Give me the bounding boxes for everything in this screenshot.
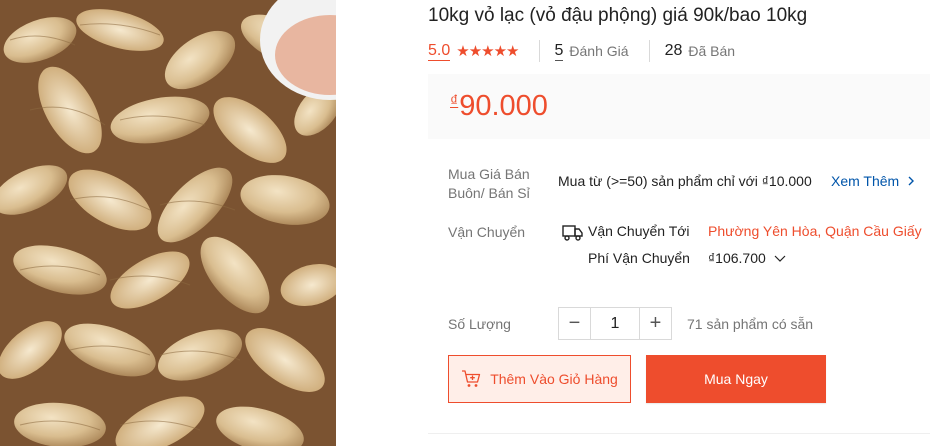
shipping-address: Phường Yên Hòa, Quận Cầu Giấy bbox=[708, 223, 922, 239]
shipping-label: Vận Chuyển bbox=[448, 224, 526, 240]
truck-icon bbox=[562, 225, 583, 241]
add-to-cart-icon bbox=[462, 370, 481, 387]
price-value: 90.000 bbox=[459, 90, 548, 122]
product-title: 10kg vỏ lạc (vỏ đậu phộng) giá 90k/bao 1… bbox=[428, 5, 808, 26]
quantity-input[interactable]: 1 bbox=[590, 308, 640, 339]
shipping-fee: ₫106.700 bbox=[708, 250, 766, 266]
section-divider bbox=[428, 433, 930, 434]
increase-quantity-button[interactable]: + bbox=[640, 308, 671, 339]
reviews-number: 5 bbox=[554, 41, 564, 61]
rating-summary[interactable]: 5.0 ★★★★★ bbox=[428, 40, 540, 62]
see-more-label: Xem Thêm bbox=[831, 173, 900, 189]
buy-now-button[interactable]: Mua Ngay bbox=[646, 355, 826, 403]
quantity-stepper: − 1 + bbox=[558, 307, 672, 340]
quantity-label: Số Lượng bbox=[448, 316, 511, 332]
currency-symbol: ₫ bbox=[450, 93, 459, 110]
reviews-count[interactable]: 5 Đánh Giá bbox=[540, 40, 649, 62]
product-info-panel: 10kg vỏ lạc (vỏ đậu phộng) giá 90k/bao 1… bbox=[428, 0, 930, 446]
product-stats: 5.0 ★★★★★ 5 Đánh Giá 28 Đã Bán bbox=[428, 40, 755, 62]
sold-number: 28 bbox=[664, 42, 683, 59]
sold-count: 28 Đã Bán bbox=[648, 40, 756, 62]
product-price: ₫ 90.000 bbox=[450, 90, 548, 123]
wholesale-text: Mua từ (>=50) sản phẩm chỉ với ₫10.000 bbox=[558, 173, 812, 189]
add-to-cart-label: Thêm Vào Giỏ Hàng bbox=[490, 371, 618, 387]
shipping-address-selector[interactable]: Phường Yên Hòa, Quận Cầu Giấy bbox=[708, 223, 930, 239]
decrease-quantity-button[interactable]: − bbox=[559, 308, 590, 339]
star-rating-icon: ★★★★★ bbox=[456, 43, 519, 60]
shipping-fee-label: Phí Vận Chuyển bbox=[588, 250, 690, 266]
rating-value: 5.0 bbox=[428, 41, 451, 61]
peanut-shells-illustration bbox=[0, 0, 336, 446]
ship-to-label: Vận Chuyển Tới bbox=[588, 223, 690, 239]
add-to-cart-button[interactable]: Thêm Vào Giỏ Hàng bbox=[448, 355, 631, 403]
stock-availability: 71 sản phẩm có sẵn bbox=[687, 316, 814, 332]
reviews-label: Đánh Giá bbox=[569, 43, 629, 59]
product-image[interactable] bbox=[0, 0, 336, 446]
chevron-right-icon bbox=[908, 176, 915, 186]
see-more-link[interactable]: Xem Thêm bbox=[831, 173, 915, 189]
sold-label: Đã Bán bbox=[688, 43, 736, 59]
wholesale-label: Mua Giá Bán Buôn/ Bán Sỉ bbox=[448, 166, 530, 201]
chevron-down-icon bbox=[774, 255, 786, 262]
shipping-fee-selector[interactable]: ₫106.700 bbox=[708, 250, 786, 266]
price-box: ₫ 90.000 bbox=[428, 74, 930, 139]
